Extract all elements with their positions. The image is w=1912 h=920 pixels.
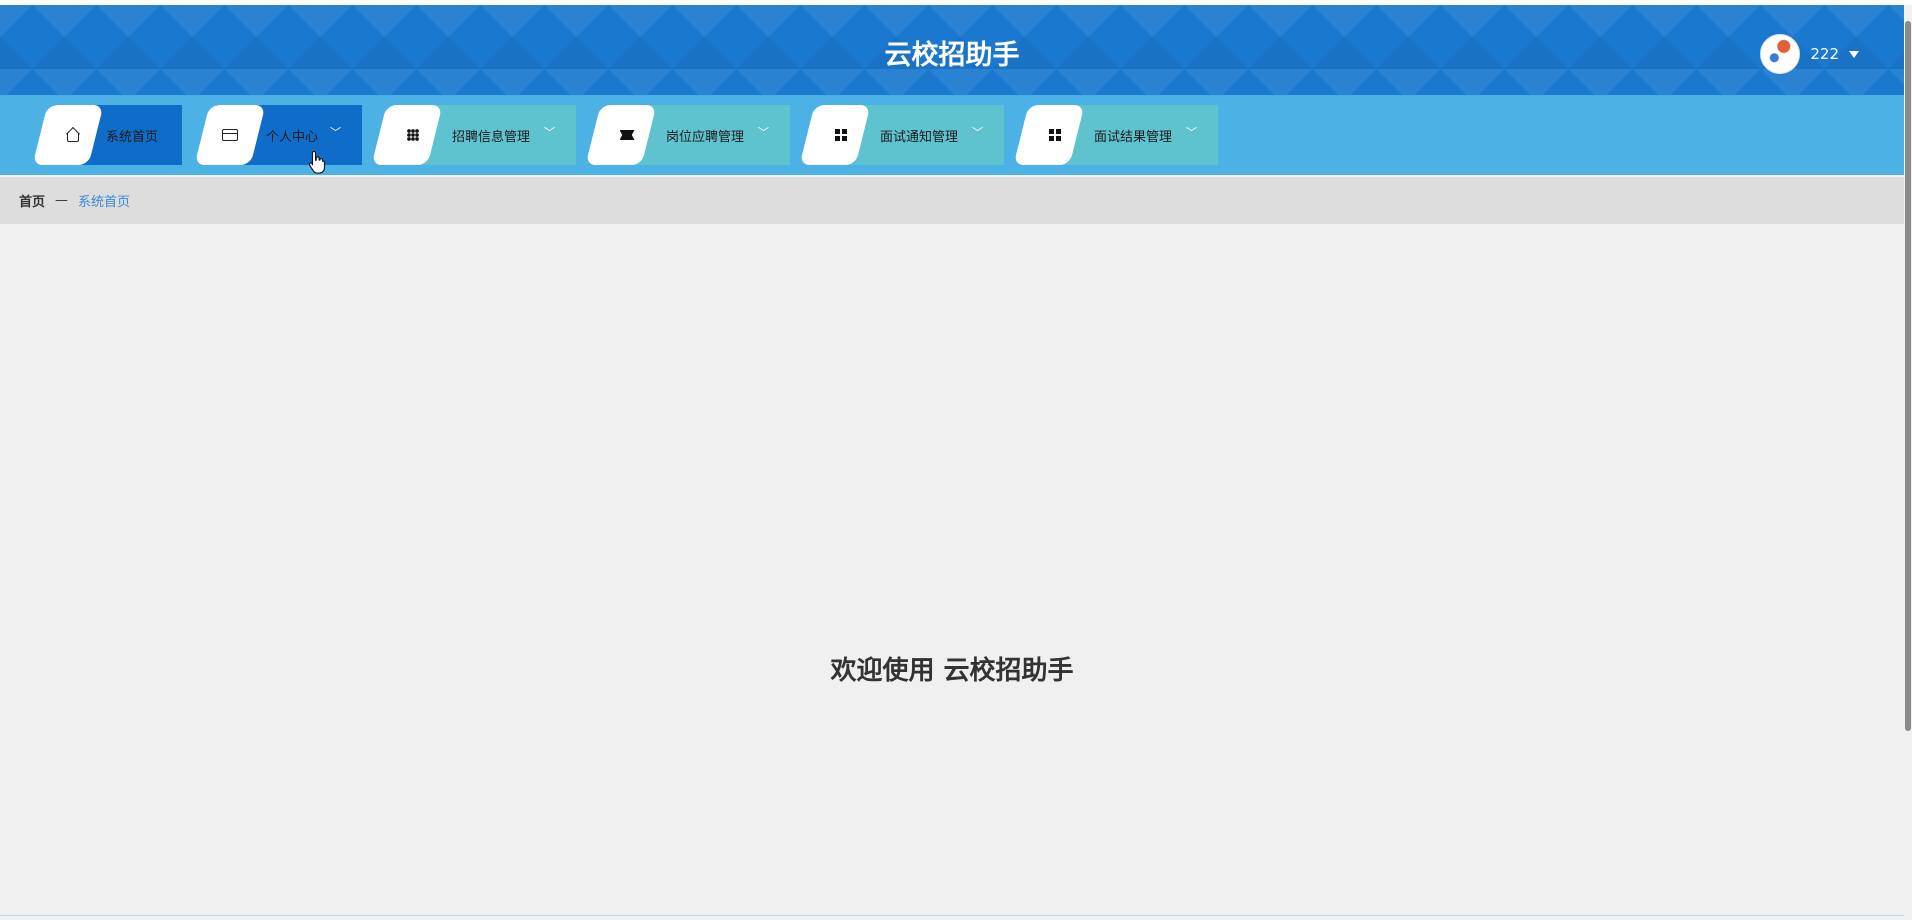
apps-icon-glyph — [1049, 129, 1061, 141]
ticket-icon — [617, 126, 637, 144]
grid-icon — [403, 126, 423, 144]
nav-item-label: 面试结果管理 — [1094, 130, 1173, 145]
vertical-scrollbar[interactable] — [1904, 5, 1912, 915]
chevron-down-icon: ﹀ — [1186, 126, 1197, 139]
avatar[interactable] — [1760, 34, 1801, 74]
breadcrumb-separator: — — [55, 193, 69, 208]
app-root: 云校招助手 222 系统首页 个人中心 ﹀ 招聘信息管理 ﹀ 岗位应聘管理 ﹀ … — [0, 0, 1912, 920]
bottom-divider — [0, 915, 1904, 916]
app-title: 云校招助手 — [884, 40, 1020, 71]
nav-item-label: 个人中心 — [266, 130, 319, 145]
user-menu[interactable]: 222 — [1760, 33, 1859, 75]
scrollbar-thumb[interactable] — [1905, 21, 1911, 731]
nav-item-label: 岗位应聘管理 — [666, 130, 745, 145]
nav-item-application-mgmt[interactable]: 岗位应聘管理 ﹀ — [583, 105, 790, 165]
nav-item-label: 系统首页 — [106, 130, 159, 145]
nav-item-label: 招聘信息管理 — [452, 130, 531, 145]
wallet-icon-glyph — [222, 129, 238, 141]
breadcrumb-current[interactable]: 系统首页 — [78, 191, 130, 210]
apps-icon-glyph — [835, 129, 847, 141]
user-name[interactable]: 222 — [1810, 45, 1839, 63]
home-icon-glyph — [65, 128, 79, 142]
apps-icon — [831, 126, 851, 144]
chevron-down-icon: ﹀ — [972, 126, 983, 139]
nav-item-interview-notice[interactable]: 面试通知管理 ﹀ — [797, 105, 1004, 165]
nav-item-personal-center[interactable]: 个人中心 ﹀ — [192, 105, 362, 165]
grid-icon-glyph — [407, 129, 419, 141]
nav-item-label: 面试通知管理 — [880, 130, 959, 145]
breadcrumb: 首页 — 系统首页 — [0, 177, 1904, 224]
breadcrumb-home[interactable]: 首页 — [19, 191, 45, 210]
nav-item-home[interactable]: 系统首页 — [30, 105, 182, 165]
ticket-icon-glyph — [619, 130, 635, 140]
nav-item-interview-result[interactable]: 面试结果管理 ﹀ — [1011, 105, 1218, 165]
chevron-down-icon: ﹀ — [330, 126, 341, 139]
chevron-down-icon: ﹀ — [544, 126, 555, 139]
apps-icon — [1045, 126, 1065, 144]
nav-item-recruitment-info[interactable]: 招聘信息管理 ﹀ — [369, 105, 576, 165]
main-nav: 系统首页 个人中心 ﹀ 招聘信息管理 ﹀ 岗位应聘管理 ﹀ 面试通知管理 ﹀ 面… — [0, 95, 1904, 175]
header-bar: 云校招助手 222 — [0, 5, 1904, 95]
chevron-down-icon: ﹀ — [758, 126, 769, 139]
home-icon — [62, 126, 82, 144]
caret-down-icon[interactable] — [1849, 50, 1859, 58]
hand-cursor-icon — [308, 150, 326, 174]
welcome-message: 欢迎使用 云校招助手 — [830, 656, 1074, 686]
wallet-icon — [220, 126, 240, 144]
